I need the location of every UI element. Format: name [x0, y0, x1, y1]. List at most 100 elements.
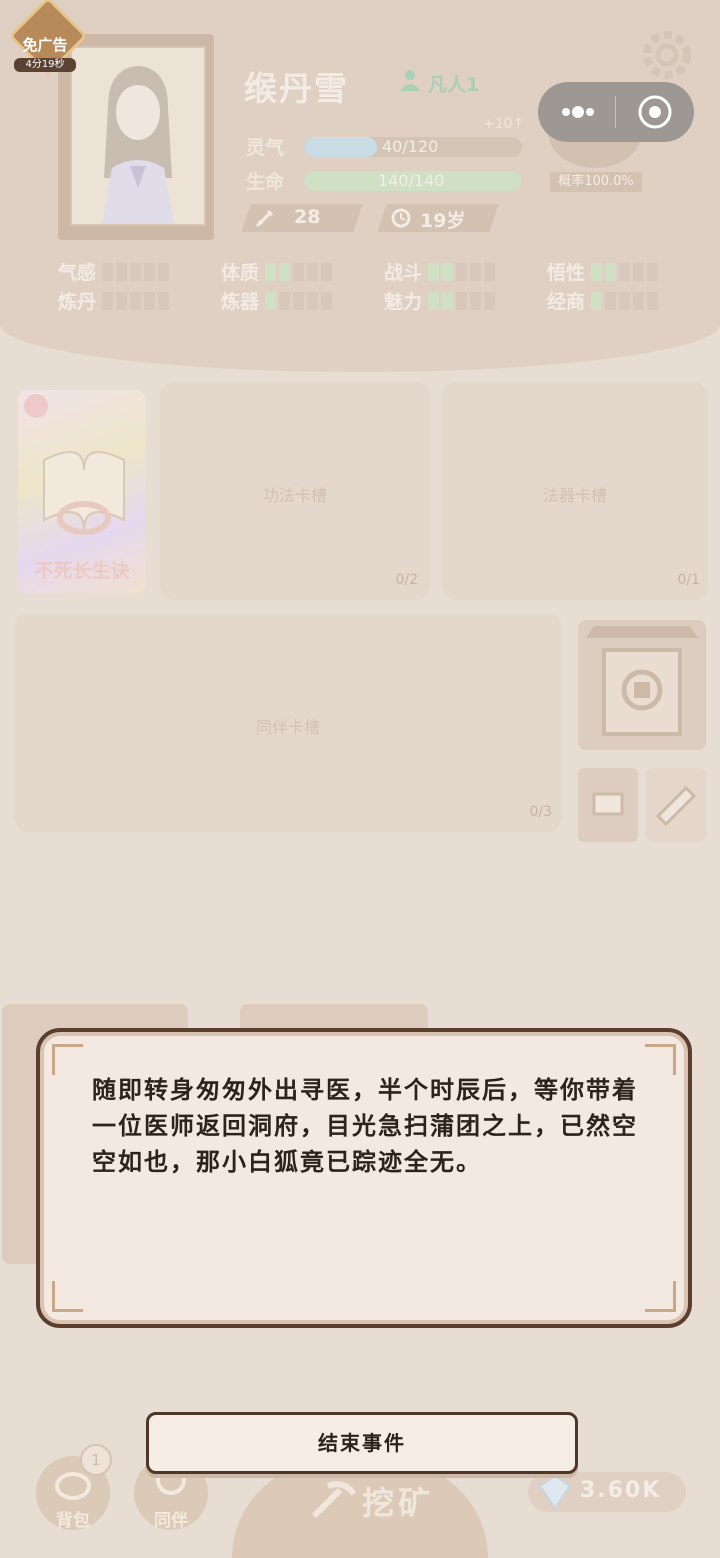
- attribute-level-segment: [428, 291, 440, 310]
- corner-ornament: [52, 1281, 83, 1312]
- no-ads-label: 免广告: [22, 36, 68, 54]
- power-value: 28: [294, 206, 321, 228]
- life-value: 140/140: [378, 171, 445, 190]
- attribute-label: 炼器: [221, 291, 260, 313]
- attribute-label: 体质: [221, 262, 260, 284]
- pavilion-button[interactable]: [578, 620, 706, 750]
- attribute-level-segment: [158, 262, 170, 281]
- cultivation-rank: 凡人1: [428, 74, 480, 96]
- attribute-level-segment: [484, 262, 496, 281]
- age-value: 19岁: [420, 210, 466, 232]
- card-rarity-icon: [24, 394, 48, 418]
- technique-card[interactable]: 不死长生诀: [16, 388, 148, 596]
- attribute-level-segment: [619, 291, 631, 310]
- spirit-bonus: +10↑: [483, 116, 525, 132]
- corner-ornament: [645, 1044, 676, 1075]
- attribute-level-segment: [633, 262, 645, 281]
- attribute-level-segment: [265, 262, 277, 281]
- currency-display: 3.60K: [528, 1472, 686, 1512]
- bag-badge: 1: [80, 1444, 112, 1476]
- attribute-level-segment: [470, 291, 482, 310]
- attribute-level-segment: [279, 291, 291, 310]
- attribute-label: 战斗: [384, 262, 423, 284]
- attribute-level-segment: [307, 262, 319, 281]
- character-name: 缑丹雪: [244, 69, 349, 108]
- companion-label: 同伴: [154, 1511, 188, 1531]
- technique-slot-label: 功法卡槽: [262, 486, 327, 505]
- attribute-level-segment: [293, 262, 305, 281]
- attribute-item: 气感: [58, 258, 172, 285]
- corner-ornament: [645, 1281, 676, 1312]
- attribute-level-segment: [102, 291, 114, 310]
- age-cycle-icon: [390, 207, 412, 233]
- bag-label: 背包: [56, 1511, 90, 1531]
- attribute-item: 体质: [221, 258, 335, 285]
- artifact-slot-label: 法器卡槽: [542, 486, 607, 505]
- mini-program-capsule: [538, 82, 694, 142]
- corner-ornament: [52, 1044, 83, 1075]
- spirit-value: 40/120: [382, 137, 439, 156]
- companion-slot[interactable]: 同伴卡槽 0/3: [14, 614, 562, 832]
- attribute-level-segment: [321, 262, 333, 281]
- attribute-level-segment: [158, 291, 170, 310]
- currency-value: 3.60K: [580, 1478, 662, 1503]
- attribute-level-segment: [591, 262, 603, 281]
- end-event-label: 结束事件: [318, 1431, 406, 1455]
- artifact-slot-count: 0/1: [677, 572, 700, 588]
- crystal-icon: [538, 1474, 572, 1514]
- event-description: 随即转身匆匆外出寻医，半个时辰后，等你带着一位医师返回洞府，目光急扫蒲团之上，已…: [92, 1076, 638, 1176]
- event-dialog: 随即转身匆匆外出寻医，半个时辰后，等你带着一位医师返回洞府，目光急扫蒲团之上，已…: [36, 1028, 692, 1328]
- attribute-level-segment: [442, 291, 454, 310]
- attribute-level-segment: [144, 262, 156, 281]
- person-icon: [398, 68, 422, 96]
- attribute-level-segment: [456, 291, 468, 310]
- attribute-level-segment: [605, 262, 617, 281]
- attribute-label: 炼丹: [58, 291, 97, 313]
- attribute-label: 气感: [58, 262, 97, 284]
- attribute-level-segment: [279, 262, 291, 281]
- attribute-label: 魅力: [384, 291, 423, 313]
- card-name: 不死长生诀: [34, 560, 130, 582]
- technique-slot-count: 0/2: [395, 572, 418, 588]
- attribute-level-segment: [605, 291, 617, 310]
- no-ads-badge[interactable]: 免广告 4分19秒: [6, 0, 88, 76]
- companion-slot-count: 0/3: [529, 804, 552, 820]
- attribute-level-segment: [265, 291, 277, 310]
- attribute-item: 魅力: [384, 287, 498, 314]
- attribute-label: 经商: [547, 291, 586, 313]
- attribute-level-segment: [619, 262, 631, 281]
- attribute-level-segment: [456, 262, 468, 281]
- breakthrough-chance: 概率100.0%: [550, 172, 642, 192]
- life-bar: 140/140: [304, 171, 522, 191]
- attribute-level-segment: [647, 262, 659, 281]
- mine-button[interactable]: 挖矿: [362, 1478, 434, 1524]
- attribute-level-segment: [307, 291, 319, 310]
- attribute-level-segment: [484, 291, 496, 310]
- capsule-divider: [615, 96, 616, 128]
- attribute-level-segment: [102, 262, 114, 281]
- attribute-item: 悟性: [547, 258, 661, 285]
- character-portrait[interactable]: [70, 46, 206, 226]
- scroll-button[interactable]: [646, 768, 706, 842]
- mine-base: [232, 1462, 488, 1558]
- attribute-item: 经商: [547, 287, 661, 314]
- attribute-level-segment: [130, 291, 142, 310]
- more-options-icon[interactable]: [558, 98, 598, 130]
- attribute-item: 炼器: [221, 287, 335, 314]
- close-miniprogram-icon[interactable]: [637, 94, 673, 134]
- attribute-level-segment: [144, 291, 156, 310]
- attribute-level-segment: [293, 291, 305, 310]
- attribute-level-segment: [647, 291, 659, 310]
- chest-button[interactable]: [578, 768, 638, 842]
- attribute-level-segment: [442, 262, 454, 281]
- life-label: 生命: [246, 171, 285, 193]
- sword-icon: [254, 207, 276, 233]
- end-event-button[interactable]: 结束事件: [146, 1412, 578, 1474]
- spirit-bar-fill: [304, 137, 377, 157]
- technique-slot[interactable]: 功法卡槽 0/2: [160, 382, 430, 600]
- spirit-bar: 40/120: [304, 137, 522, 157]
- attribute-level-segment: [116, 291, 128, 310]
- artifact-slot[interactable]: 法器卡槽 0/1: [442, 382, 708, 600]
- settings-gear-icon[interactable]: [640, 28, 694, 86]
- attribute-level-segment: [428, 262, 440, 281]
